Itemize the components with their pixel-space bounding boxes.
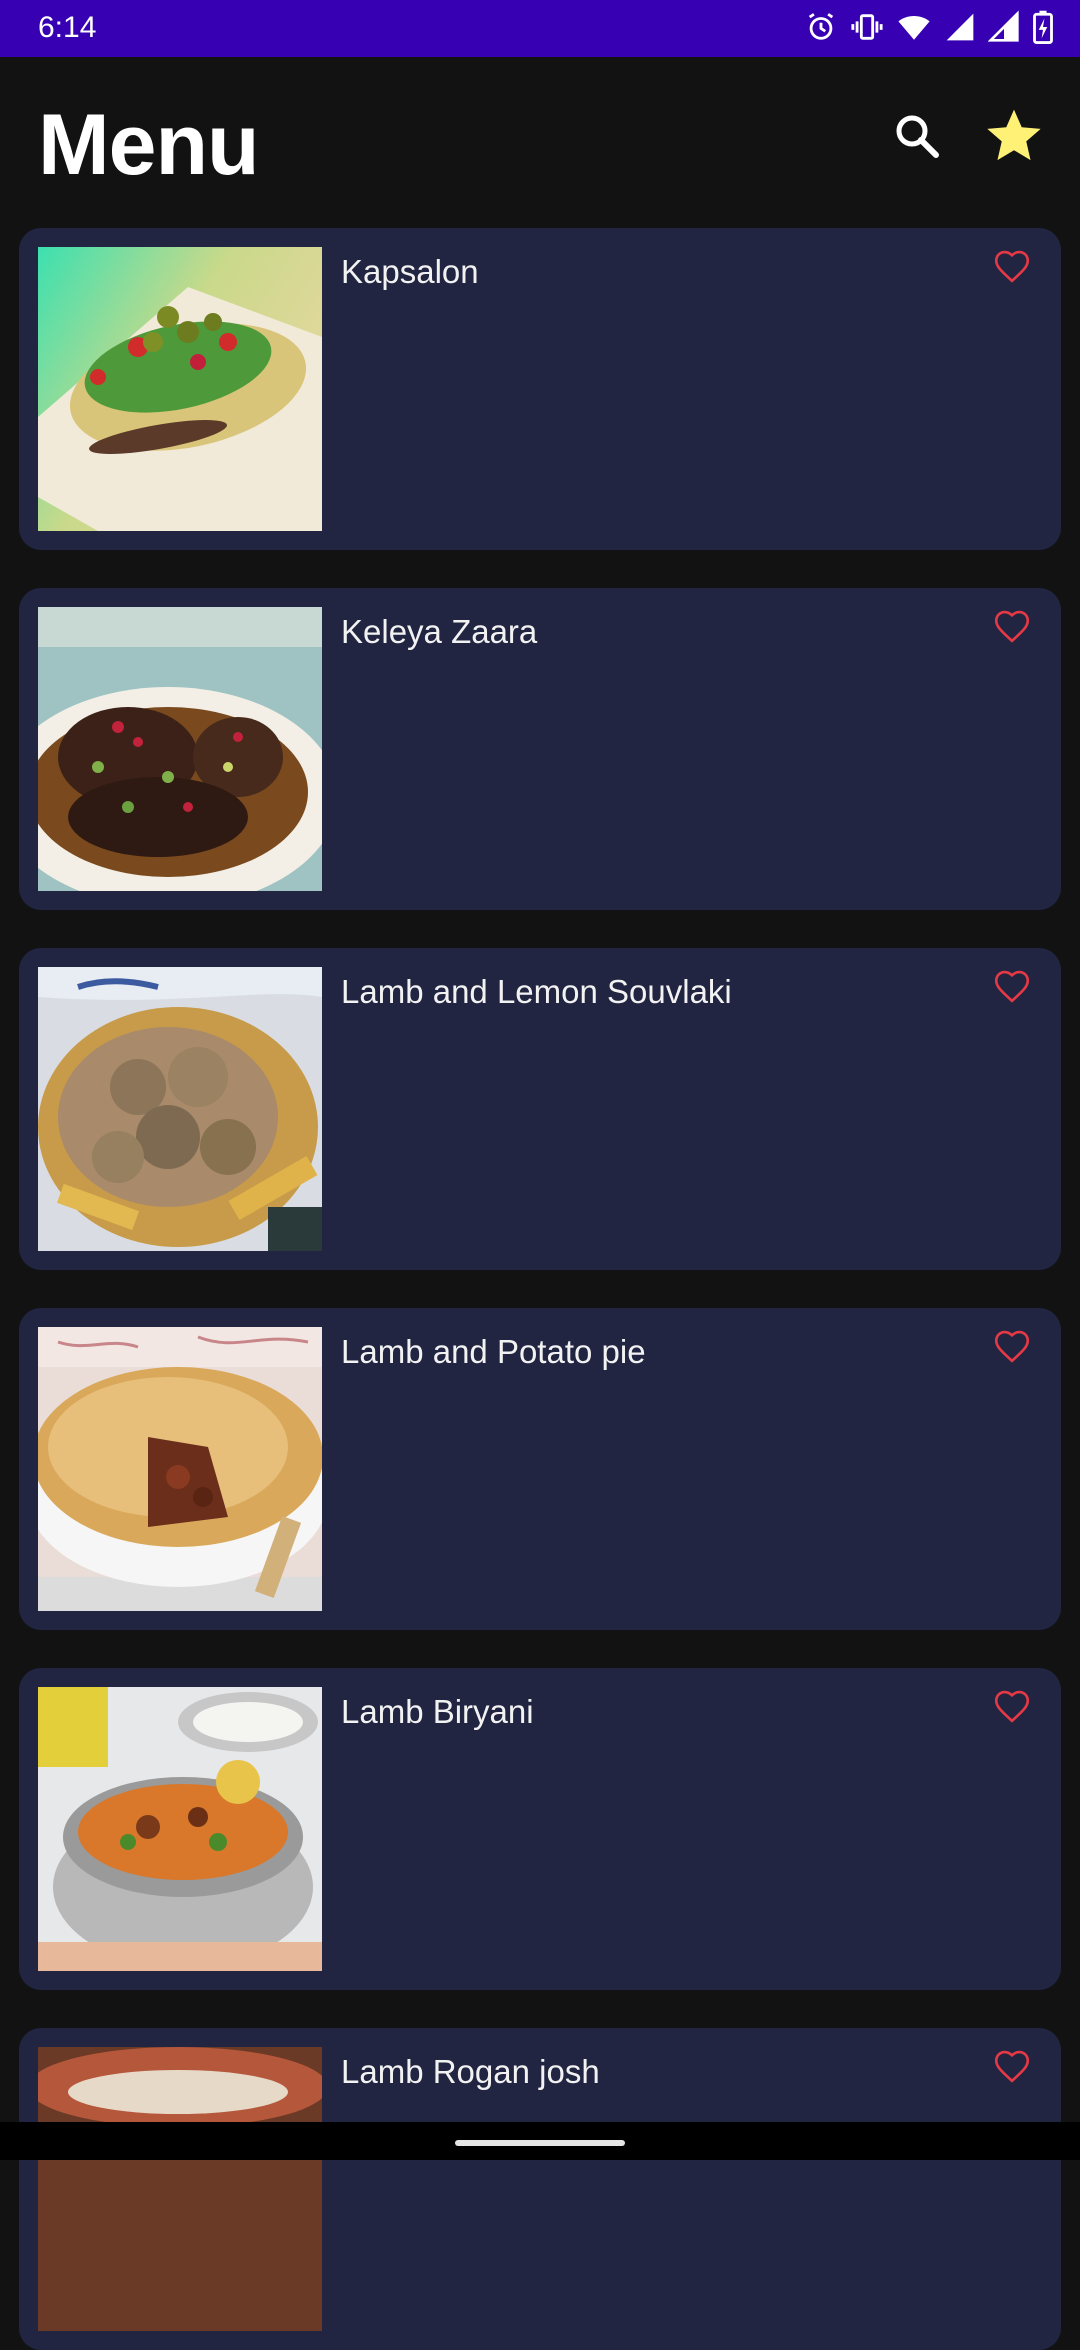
meal-image	[38, 607, 322, 891]
meal-card[interactable]: Lamb Rogan josh	[19, 2028, 1061, 2350]
alarm-icon	[804, 10, 838, 44]
meal-title: Keleya Zaara	[341, 613, 538, 650]
meal-card[interactable]: Kapsalon	[19, 228, 1061, 550]
signal-icon	[944, 10, 976, 44]
favorite-button[interactable]	[991, 1325, 1033, 1367]
navigation-bar	[0, 2122, 1080, 2160]
favorite-button[interactable]	[991, 2045, 1033, 2087]
meal-title: Kapsalon	[341, 253, 479, 290]
heart-outline-icon	[994, 970, 1030, 1003]
battery-charging-icon	[1032, 10, 1054, 44]
page-title: Menu	[38, 97, 260, 193]
star-icon	[987, 109, 1041, 161]
meal-title: Lamb Biryani	[341, 1693, 534, 1730]
meal-card[interactable]: Lamb and Lemon Souvlaki	[19, 948, 1061, 1270]
meal-card[interactable]: Keleya Zaara	[19, 588, 1061, 910]
heart-outline-icon	[994, 610, 1030, 643]
meal-card[interactable]: Lamb and Potato pie	[19, 1308, 1061, 1630]
search-button[interactable]	[888, 107, 948, 167]
heart-outline-icon	[994, 1330, 1030, 1363]
meal-image	[38, 1327, 322, 1611]
favorites-button[interactable]	[982, 103, 1046, 167]
meal-image	[38, 1687, 322, 1971]
meal-card[interactable]: Lamb Biryani	[19, 1668, 1061, 1990]
home-gesture-handle[interactable]	[455, 2140, 625, 2146]
heart-outline-icon	[994, 250, 1030, 283]
app-bar: Menu	[0, 57, 1080, 217]
meal-image	[38, 2047, 322, 2331]
wifi-icon	[896, 10, 932, 44]
vibrate-icon	[850, 10, 884, 44]
search-icon	[896, 115, 939, 158]
favorite-button[interactable]	[991, 965, 1033, 1007]
meal-title: Lamb and Potato pie	[341, 1333, 646, 1370]
status-time: 6:14	[38, 11, 97, 44]
meal-image	[38, 967, 322, 1251]
favorite-button[interactable]	[991, 1685, 1033, 1727]
favorite-button[interactable]	[991, 245, 1033, 287]
meal-image	[38, 247, 322, 531]
heart-outline-icon	[994, 1690, 1030, 1723]
meal-title: Lamb and Lemon Souvlaki	[341, 973, 732, 1010]
status-icons	[804, 10, 1054, 44]
heart-outline-icon	[994, 2050, 1030, 2083]
signal-icon	[988, 10, 1020, 44]
status-bar: 6:14	[0, 0, 1080, 57]
meal-title: Lamb Rogan josh	[341, 2053, 600, 2090]
favorite-button[interactable]	[991, 605, 1033, 647]
